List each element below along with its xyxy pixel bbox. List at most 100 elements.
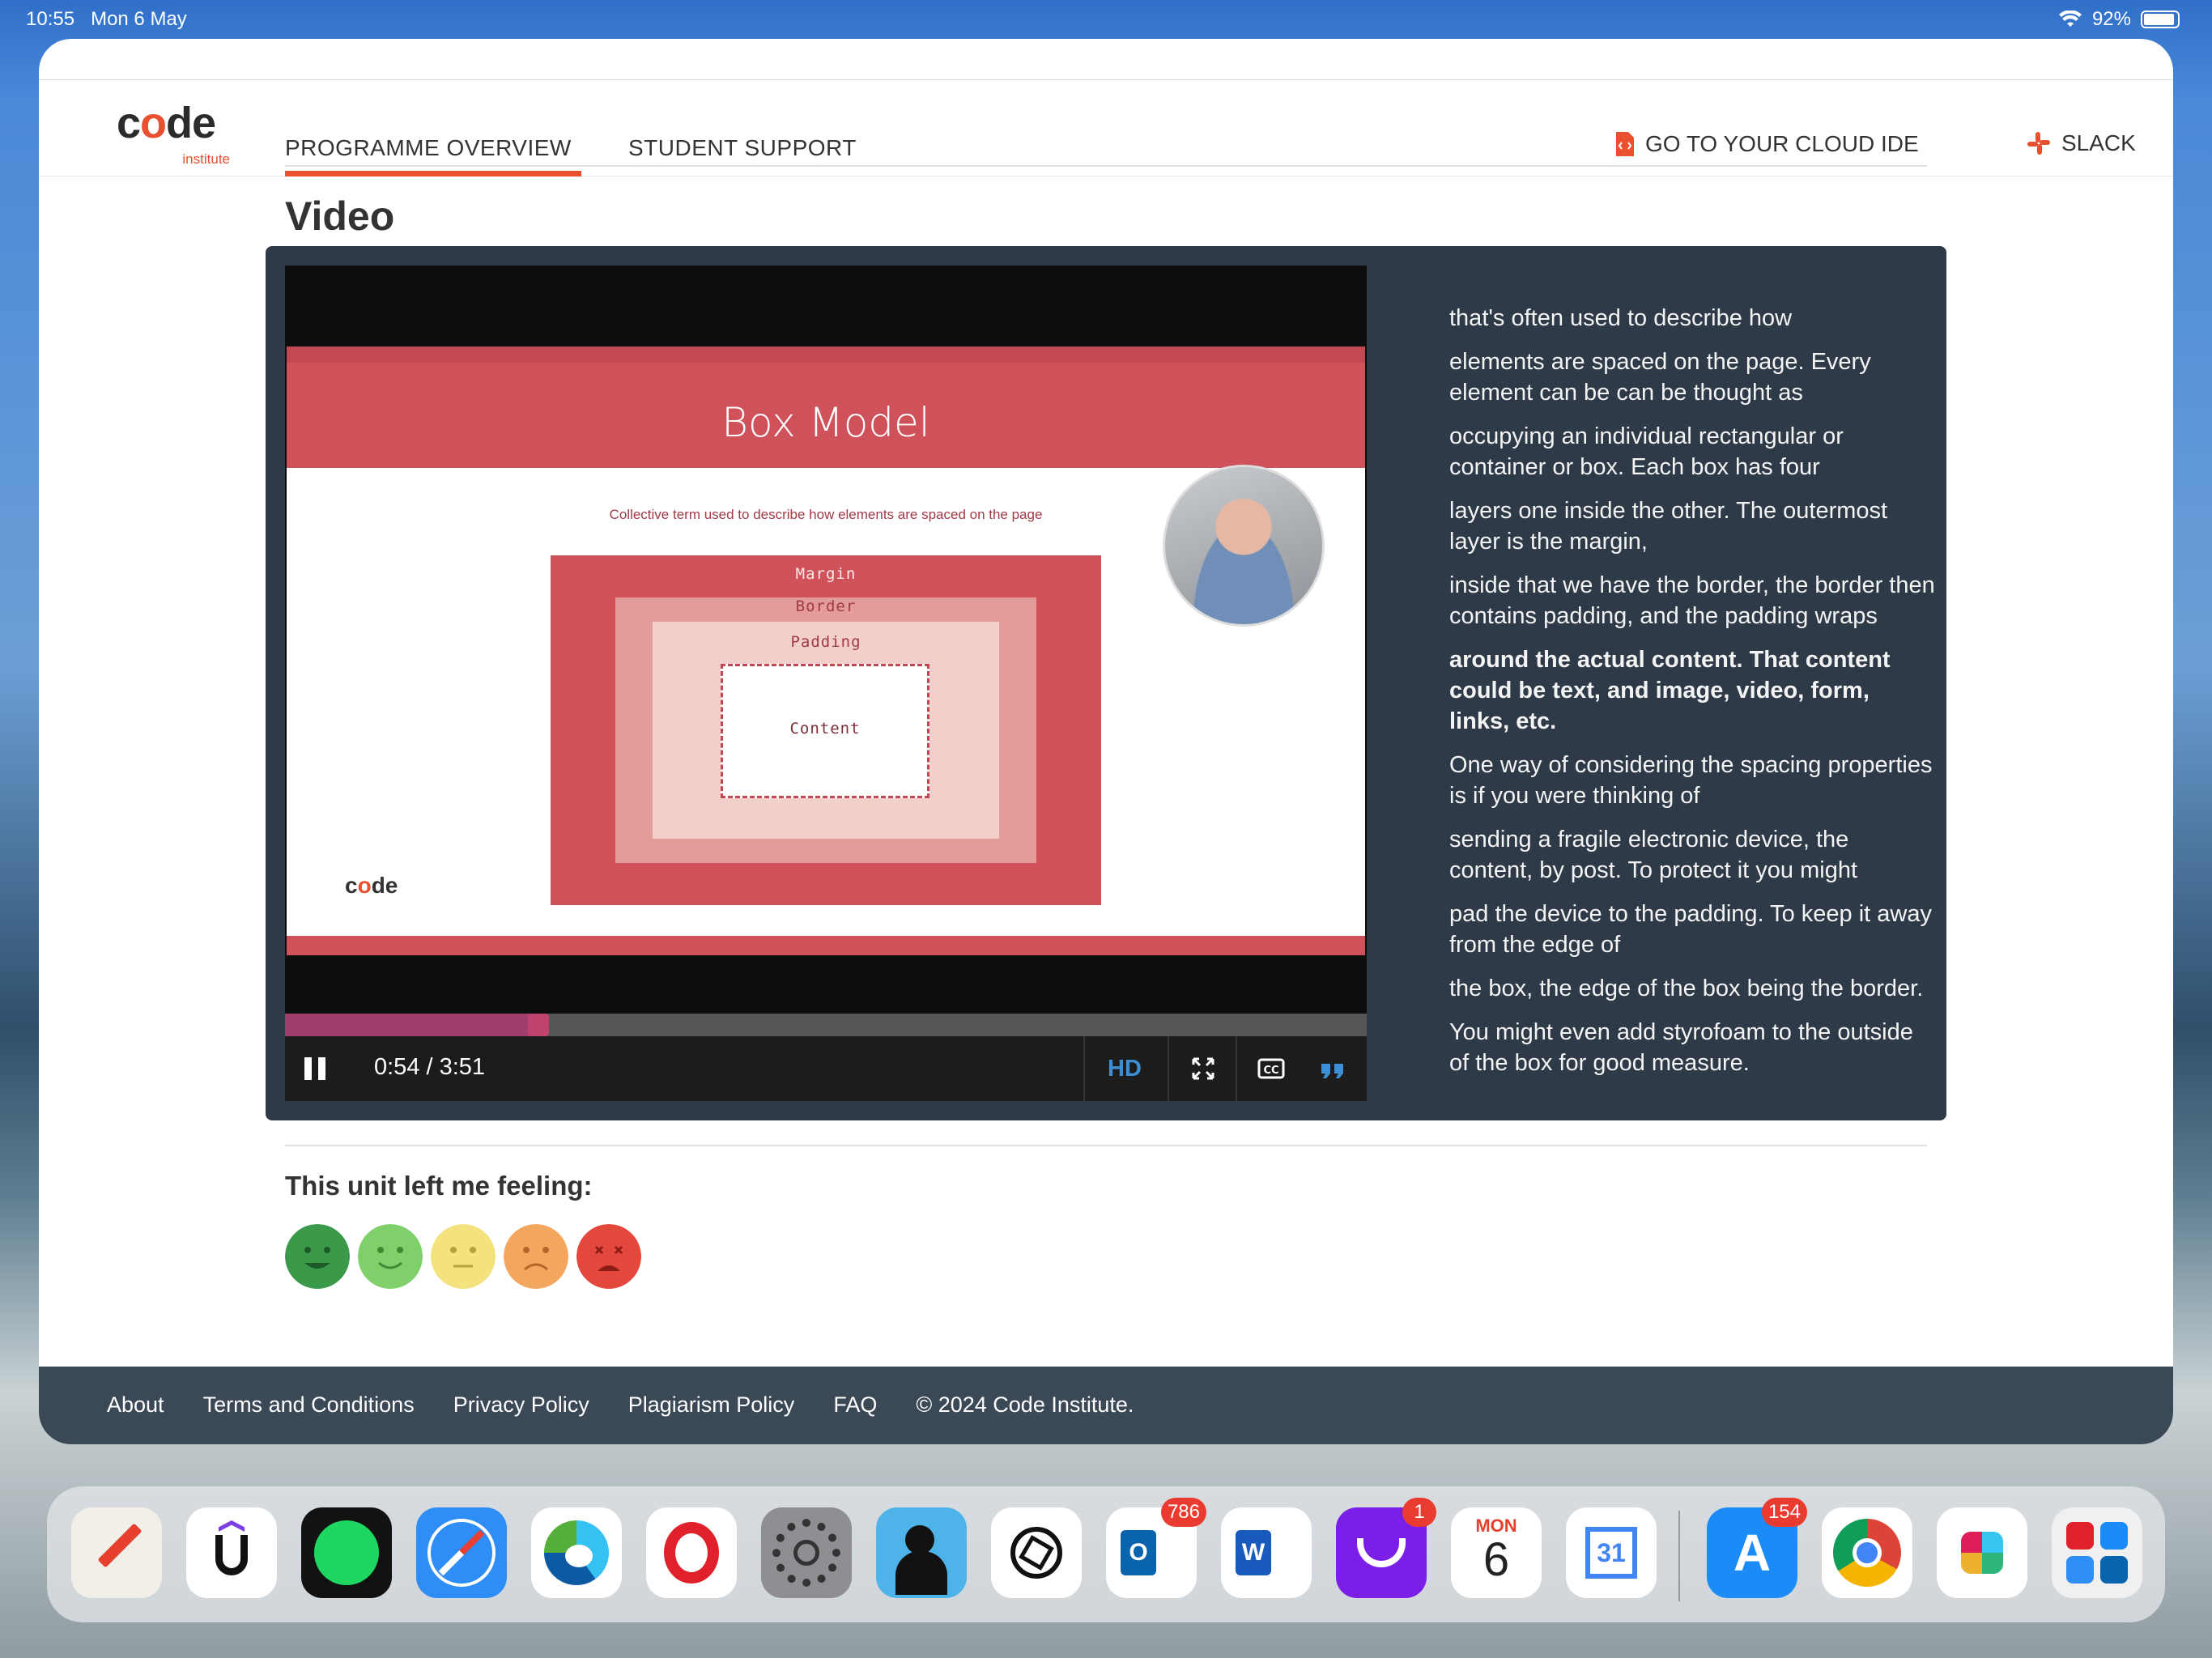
- control-separator: [1236, 1036, 1237, 1101]
- footer-copyright: © 2024 Code Institute.: [916, 1392, 1134, 1417]
- progress-handle[interactable]: [527, 1014, 549, 1036]
- divider: [285, 165, 1927, 167]
- battery-percent: 92%: [2091, 8, 2131, 30]
- safari-app-icon[interactable]: [416, 1507, 507, 1598]
- transcript-segment[interactable]: occupying an individual rectangular or c…: [1449, 421, 1935, 483]
- footer-link[interactable]: Plagiarism Policy: [628, 1392, 795, 1418]
- textastic-app-icon[interactable]: [71, 1507, 162, 1598]
- quote-icon[interactable]: [1318, 1054, 1347, 1083]
- app-window: code institute PROGRAMME OVERVIEW STUDEN…: [39, 39, 2173, 1444]
- transcript-segment[interactable]: layers one inside the other. The outermo…: [1449, 495, 1935, 557]
- status-time: 10:55 Mon 6 May: [26, 8, 187, 30]
- control-separator: [1083, 1036, 1085, 1101]
- cc-icon[interactable]: CC: [1257, 1054, 1286, 1083]
- feedback-faces: [285, 1224, 641, 1289]
- chatgpt-app-icon[interactable]: [991, 1507, 1082, 1598]
- box-model-margin: Margin Border Padding Content: [551, 555, 1101, 905]
- content-label: Content: [789, 720, 861, 738]
- status-right: 92%: [2058, 8, 2180, 31]
- slide-header: Box Model: [287, 346, 1365, 468]
- feedback-label: This unit left me feeling:: [285, 1171, 593, 1201]
- battery-icon: [2141, 11, 2180, 28]
- video-controls: 0:54 / 3:51 HD CC: [285, 1036, 1367, 1101]
- progress-fill: [285, 1014, 538, 1036]
- calendar-app-icon[interactable]: MON 6: [1451, 1507, 1542, 1598]
- margin-label: Margin: [795, 565, 857, 583]
- notification-badge: 154: [1761, 1498, 1807, 1527]
- tab-programme-overview[interactable]: PROGRAMME OVERVIEW: [285, 135, 572, 161]
- status-bar: 10:55 Mon 6 May 92%: [0, 0, 2212, 39]
- footer-link[interactable]: FAQ: [833, 1392, 877, 1418]
- happy-face-icon[interactable]: [358, 1224, 423, 1289]
- pause-icon[interactable]: [304, 1057, 325, 1080]
- box-model-padding: Padding Content: [653, 622, 999, 839]
- slide-footer: [287, 936, 1365, 955]
- outlook-app-icon[interactable]: O 786: [1106, 1498, 1206, 1598]
- video-time: 0:54 / 3:51: [374, 1054, 486, 1080]
- slide-logo: code: [345, 873, 398, 898]
- google-calendar-app-icon[interactable]: 31: [1566, 1507, 1657, 1598]
- hd-button[interactable]: HD: [1108, 1056, 1142, 1082]
- cloud-ide-link[interactable]: GO TO YOUR CLOUD IDE: [1614, 130, 1919, 158]
- padding-label: Padding: [790, 633, 861, 651]
- video-progress-bar[interactable]: [285, 1014, 1367, 1036]
- tab-student-support[interactable]: STUDENT SUPPORT: [628, 135, 857, 161]
- box-model-content: Content: [721, 664, 929, 798]
- transcript-segment[interactable]: elements are spaced on the page. Every e…: [1449, 346, 1935, 408]
- border-label: Border: [795, 597, 857, 615]
- notification-badge: 786: [1160, 1498, 1206, 1527]
- transcript-segment[interactable]: around the actual content. That content …: [1449, 644, 1935, 737]
- slack-icon: [2027, 132, 2050, 155]
- transcript-panel: that's often used to describe how element…: [1449, 303, 1935, 1091]
- logo-text: code: [117, 99, 216, 147]
- transcript-segment[interactable]: that's often used to describe how: [1449, 303, 1935, 334]
- slack-link[interactable]: SLACK: [2026, 130, 2136, 156]
- dock-separator: [1678, 1511, 1680, 1601]
- gcal-date: 31: [1585, 1527, 1637, 1579]
- settings-app-icon[interactable]: [761, 1507, 852, 1598]
- video-frame: Box Model Collective term used to descri…: [287, 346, 1365, 955]
- transcript-segment[interactable]: One way of considering the spacing prope…: [1449, 750, 1935, 811]
- chrome-app-icon[interactable]: [1822, 1507, 1912, 1598]
- footer: About Terms and Conditions Privacy Policy P…: [39, 1367, 2173, 1444]
- footer-link[interactable]: Privacy Policy: [453, 1392, 589, 1418]
- app-store-app-icon[interactable]: A 154: [1707, 1498, 1807, 1598]
- box-model-border: Border Padding Content: [615, 597, 1036, 863]
- active-tab-indicator: [285, 171, 581, 176]
- very-sad-face-icon[interactable]: [576, 1224, 641, 1289]
- spotify-app-icon[interactable]: [301, 1507, 392, 1598]
- transcript-segment[interactable]: the box, the edge of the box being the b…: [1449, 973, 1935, 1004]
- footer-links: About Terms and Conditions Privacy Policy P…: [107, 1392, 1134, 1418]
- control-separator: [1168, 1036, 1169, 1101]
- dock: O 786 W 1 MON 6 31 A 154: [47, 1486, 2165, 1622]
- slack-label: SLACK: [2061, 130, 2136, 155]
- edge-app-icon[interactable]: [531, 1507, 622, 1598]
- opera-app-icon[interactable]: [646, 1507, 737, 1598]
- very-happy-face-icon[interactable]: [285, 1224, 350, 1289]
- video-player[interactable]: Box Model Collective term used to descri…: [285, 266, 1367, 1101]
- calendar-date: 6: [1482, 1533, 1510, 1586]
- neutral-face-icon[interactable]: [431, 1224, 496, 1289]
- logo-subtext: institute: [182, 151, 230, 167]
- transcript-segment[interactable]: inside that we have the border, the bord…: [1449, 570, 1935, 631]
- top-navigation: code institute PROGRAMME OVERVIEW STUDEN…: [39, 79, 2173, 176]
- footer-link[interactable]: Terms and Conditions: [203, 1392, 415, 1418]
- word-app-icon[interactable]: W: [1221, 1507, 1312, 1598]
- yahoo-mail-app-icon[interactable]: 1: [1336, 1498, 1436, 1598]
- slack-app-icon[interactable]: [1937, 1507, 2027, 1598]
- app-library-icon[interactable]: [2052, 1507, 2142, 1598]
- cloud-ide-label: GO TO YOUR CLOUD IDE: [1645, 131, 1919, 156]
- udemy-app-icon[interactable]: [186, 1507, 277, 1598]
- transcript-segment[interactable]: sending a fragile electronic device, the…: [1449, 824, 1935, 886]
- section-title: Video: [285, 193, 395, 239]
- footer-link[interactable]: About: [107, 1392, 164, 1418]
- code-institute-logo[interactable]: code institute: [117, 80, 230, 176]
- kindle-app-icon[interactable]: [876, 1507, 967, 1598]
- slide-title: Box Model: [721, 399, 930, 446]
- code-file-icon: [1616, 132, 1634, 156]
- presenter-video-bubble: [1163, 465, 1325, 627]
- sad-face-icon[interactable]: [504, 1224, 568, 1289]
- transcript-segment[interactable]: You might even add styrofoam to the outs…: [1449, 1017, 1935, 1078]
- fullscreen-icon[interactable]: [1189, 1054, 1218, 1083]
- transcript-segment[interactable]: pad the device to the padding. To keep i…: [1449, 899, 1935, 960]
